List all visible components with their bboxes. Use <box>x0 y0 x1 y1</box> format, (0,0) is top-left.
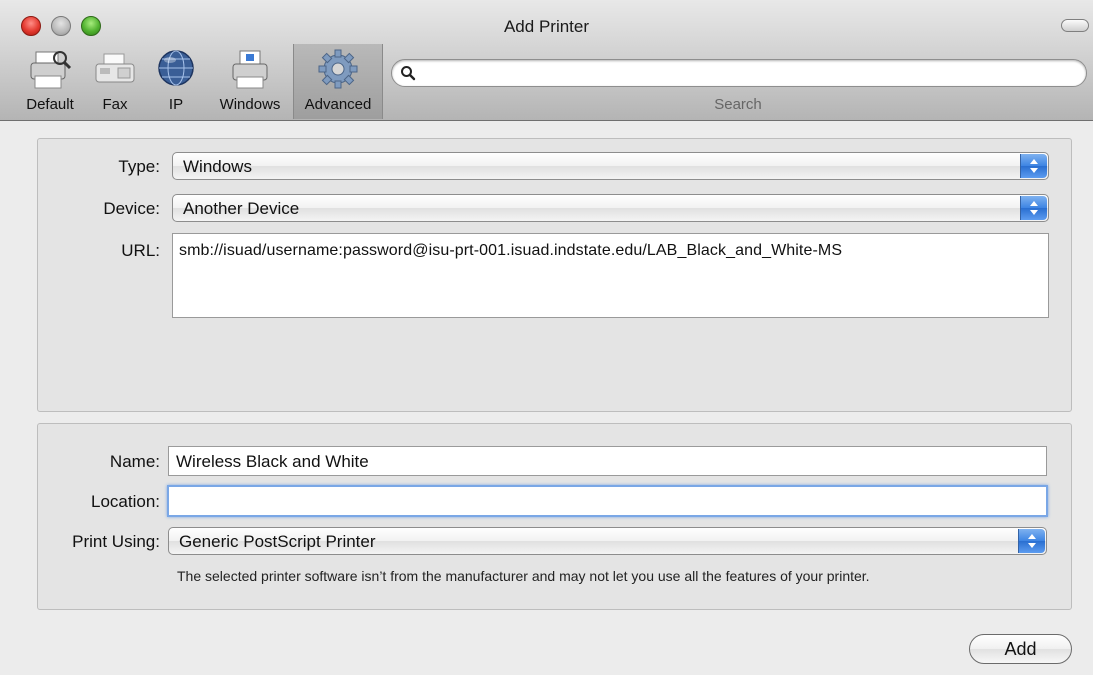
location-label: Location: <box>91 492 160 511</box>
print-using-arrows-icon <box>1018 529 1045 553</box>
windows-printer-icon <box>232 50 268 89</box>
name-label: Name: <box>109 452 160 471</box>
device-popup-value: Another Device <box>183 199 300 218</box>
toolbar-default-label: Default <box>26 96 74 113</box>
printer-software-note: The selected printer software isn’t from… <box>177 568 870 584</box>
device-popup-arrows-icon <box>1020 196 1047 220</box>
toolbar-fax-label: Fax <box>102 96 128 113</box>
toolbar-ip-label: IP <box>168 96 184 113</box>
toolbar-ip[interactable]: IP <box>152 46 200 118</box>
type-label: Type: <box>118 157 160 176</box>
ip-globe-icon <box>158 50 194 86</box>
toolbar-toggle-button[interactable] <box>1061 19 1089 32</box>
toolbar-windows[interactable]: Windows <box>210 46 290 118</box>
url-label: URL: <box>121 241 160 260</box>
location-field[interactable] <box>167 485 1048 517</box>
search-label: Search <box>714 96 762 113</box>
type-popup-arrows-icon <box>1020 154 1047 178</box>
toolbar-default[interactable]: Default <box>18 46 82 118</box>
name-field[interactable] <box>168 446 1047 476</box>
print-using-label: Print Using: <box>72 532 160 551</box>
window-title: Add Printer <box>503 17 590 36</box>
search-input[interactable] <box>422 62 1076 86</box>
type-popup-value: Windows <box>183 157 252 176</box>
toolbar-advanced[interactable]: Advanced <box>293 44 383 119</box>
url-value: smb://isuad/username:password@isu-prt-00… <box>179 242 843 259</box>
print-using-value: Generic PostScript Printer <box>179 532 376 551</box>
device-popup[interactable]: Another Device <box>172 194 1049 222</box>
toolbar-fax[interactable]: Fax <box>90 46 140 118</box>
url-textarea[interactable]: smb://isuad/username:password@isu-prt-00… <box>172 233 1049 318</box>
print-using-popup[interactable]: Generic PostScript Printer <box>168 527 1047 555</box>
gear-icon <box>318 49 358 89</box>
toolbar: Add Printer Default Fax IP Windows Advan… <box>0 0 1093 121</box>
search-field[interactable] <box>391 59 1087 87</box>
add-button[interactable]: Add <box>969 634 1072 664</box>
toolbar-advanced-label: Advanced <box>304 96 372 113</box>
fax-icon <box>95 53 135 83</box>
toolbar-windows-label: Windows <box>219 96 281 113</box>
add-printer-window: Add Printer Default Fax IP Windows Advan… <box>0 0 1093 675</box>
location-input[interactable] <box>174 490 1038 514</box>
name-input[interactable] <box>174 450 1038 474</box>
type-popup[interactable]: Windows <box>172 152 1049 180</box>
search-icon <box>401 66 416 81</box>
device-label: Device: <box>103 199 160 218</box>
default-printer-icon <box>30 51 72 89</box>
